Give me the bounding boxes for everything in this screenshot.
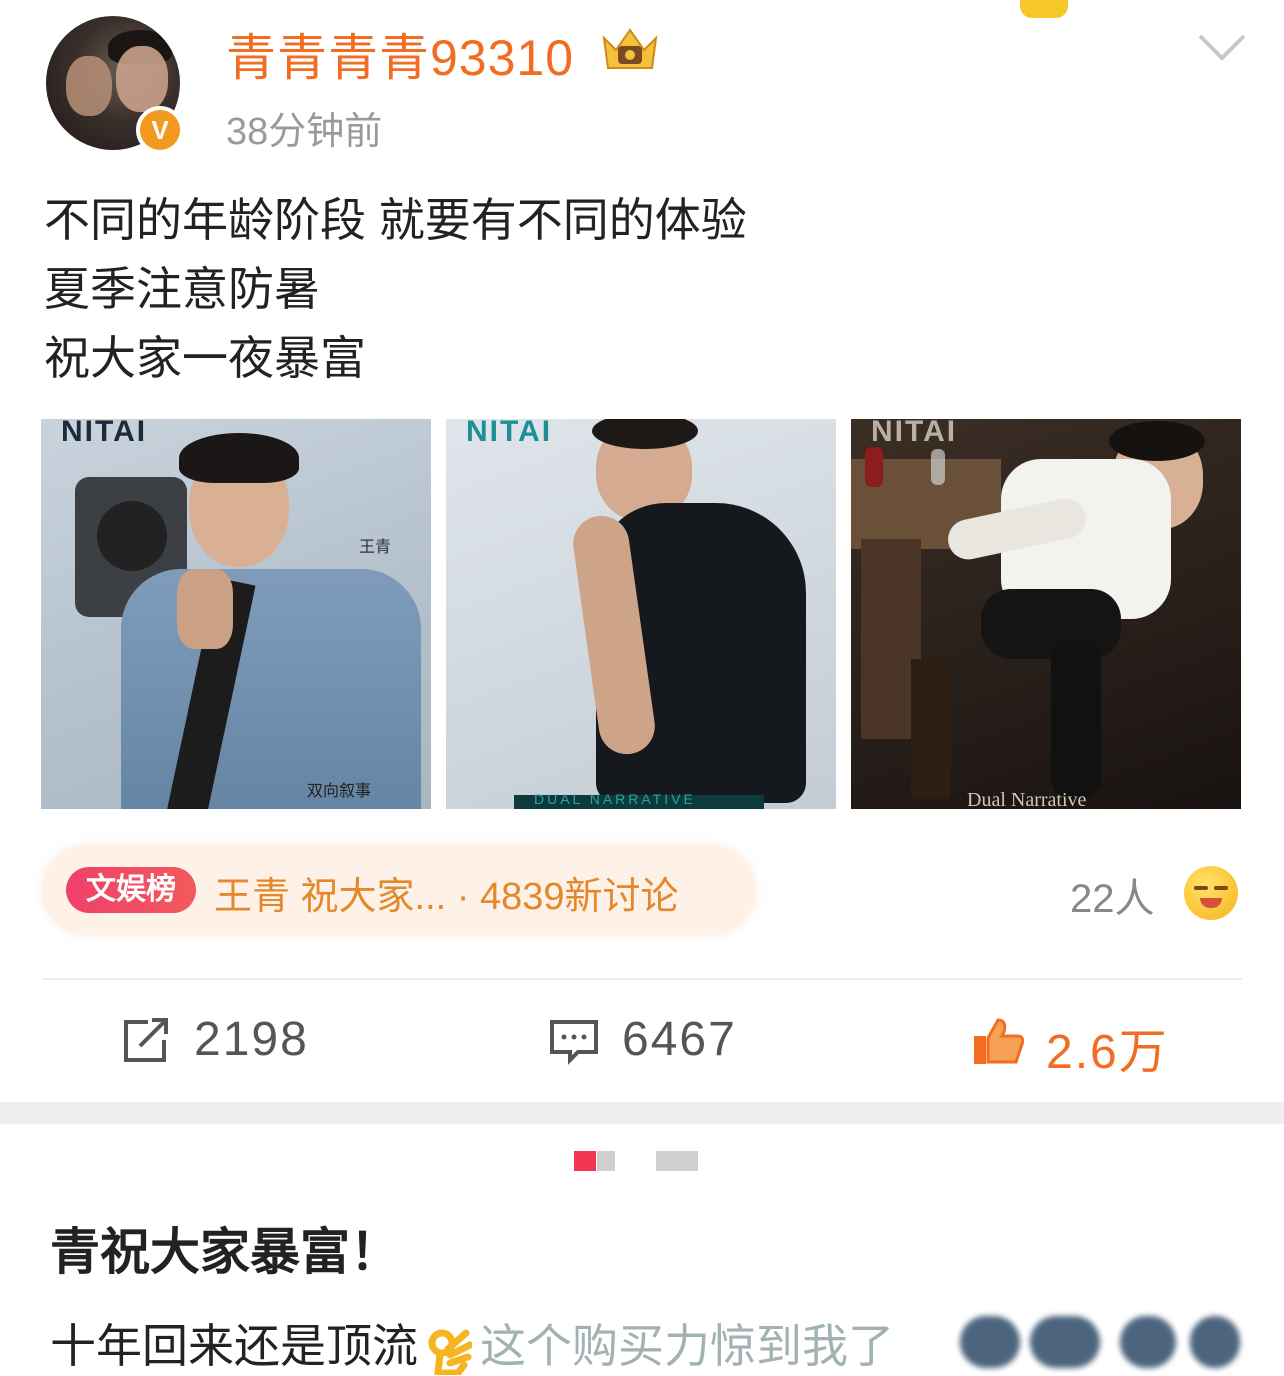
article-text: 十年回来还是顶流: [50, 1320, 418, 1372]
comment-icon[interactable]: [548, 1016, 600, 1066]
post-text-line: 不同的年龄阶段 就要有不同的体验: [44, 194, 747, 246]
like-count[interactable]: 2.6万: [1046, 1012, 1169, 1082]
post-time: 38分钟前: [226, 111, 383, 153]
topic-badge: 文娱榜: [66, 867, 196, 913]
page-indicator: [656, 1151, 698, 1171]
like-icon[interactable]: [972, 1016, 1024, 1066]
magazine-logo: NITAI: [466, 419, 553, 448]
divider: [42, 978, 1242, 980]
username[interactable]: 青青青青93310: [226, 18, 574, 90]
post-image-1[interactable]: NITAI 王青 双向叙事: [41, 419, 431, 809]
blurred-decoration: [960, 1316, 1020, 1368]
emoji-icon[interactable]: [1184, 866, 1238, 920]
repost-count[interactable]: 2198: [194, 1012, 309, 1067]
post-image-2[interactable]: NITAI DUAL NARRATIVE: [446, 419, 836, 809]
blurred-decoration: [1120, 1316, 1176, 1368]
topic-title: 王青 祝大家... · 4839新讨论: [214, 876, 679, 918]
image-caption: Dual Narrative: [967, 789, 1087, 809]
top-decoration: [1020, 0, 1068, 18]
post-image-3[interactable]: NITAI Dual Narrative: [851, 419, 1241, 809]
article-headline: 青祝大家暴富！: [50, 1224, 400, 1280]
post-text: 不同的年龄阶段 就要有不同的体验 夏季注意防暑 祝大家一夜暴富: [44, 186, 747, 393]
post-text-line: 夏季注意防暑: [44, 263, 320, 315]
image-caption: 双向叙事: [307, 783, 372, 800]
image-caption: DUAL NARRATIVE: [534, 791, 696, 807]
crown-icon: [602, 28, 658, 69]
blurred-decoration: [1030, 1316, 1100, 1368]
page-indicator-active: [574, 1151, 596, 1171]
section-divider: [0, 1102, 1284, 1124]
article-body: 十年回来还是顶流 这个购买力惊到我了: [50, 1310, 894, 1376]
post-text-line: 祝大家一夜暴富: [44, 332, 366, 384]
repost-icon[interactable]: [120, 1016, 172, 1066]
people-count: 22人: [1070, 877, 1155, 921]
verified-badge-icon: V: [136, 106, 184, 154]
topic-pill[interactable]: 文娱榜 王青 祝大家... · 4839新讨论: [42, 845, 756, 935]
magazine-logo: NITAI: [61, 419, 148, 448]
chevron-down-icon[interactable]: [1196, 28, 1248, 68]
magazine-logo: NITAI: [871, 419, 958, 448]
image-caption: 王青: [359, 539, 392, 556]
page-indicator: [597, 1151, 615, 1171]
blurred-decoration: [1190, 1316, 1240, 1368]
comment-count[interactable]: 6467: [622, 1012, 737, 1067]
article-text: 这个购买力惊到我了: [480, 1320, 894, 1372]
ok-hand-icon: [428, 1329, 472, 1375]
